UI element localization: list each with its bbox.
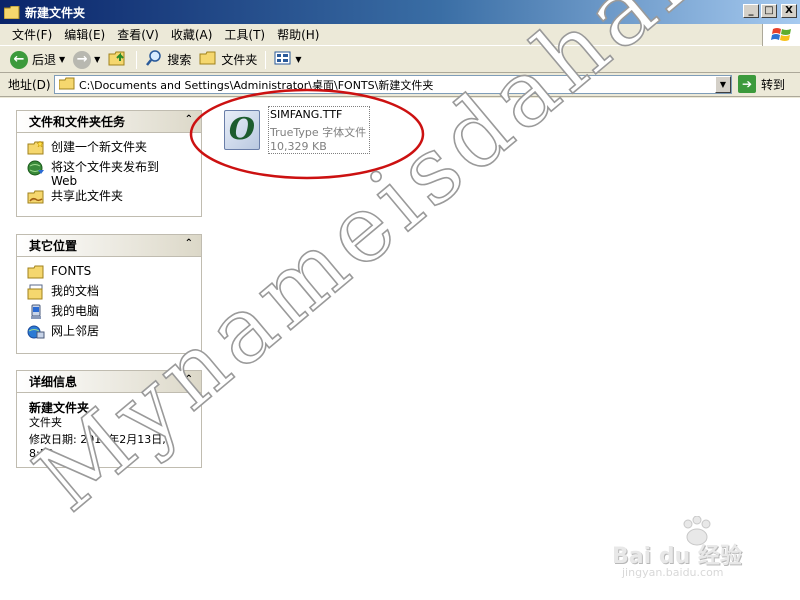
views-icon: [274, 50, 292, 69]
place-label: 我的文档: [51, 284, 100, 298]
folder-up-icon: [108, 49, 128, 70]
title-bar[interactable]: 新建文件夹 _ □ X: [0, 0, 800, 24]
truetype-font-icon: O: [224, 110, 260, 150]
search-label: 搜索: [167, 53, 192, 67]
place-my-computer[interactable]: 我的电脑: [27, 303, 193, 323]
minimize-button[interactable]: _: [743, 4, 759, 18]
search-icon: [145, 49, 163, 70]
back-label: 后退: [32, 53, 57, 67]
menu-view[interactable]: 查看(V): [111, 26, 165, 43]
details-panel: 详细信息 ⌃ 新建文件夹 文件夹 修改日期: 2014年2月13日, 8:59: [16, 370, 202, 468]
file-type: TrueType 字体文件: [270, 126, 367, 139]
baidu-watermark: Bai du 经验 jingyan.baidu.com: [612, 514, 792, 594]
menu-favorites[interactable]: 收藏(A): [165, 26, 219, 43]
other-places-panel: 其它位置 ⌃ FONTS 我的文档 我的电脑 网上邻居: [16, 234, 202, 354]
detail-name: 新建文件夹: [29, 401, 90, 415]
other-places-header[interactable]: 其它位置 ⌃: [17, 235, 201, 257]
task-label: 将这个文件夹发布到 Web: [51, 160, 160, 188]
back-arrow-icon: ←: [10, 50, 28, 69]
other-places-title: 其它位置: [29, 239, 78, 253]
detail-modified: 修改日期: 2014年2月13日, 8:59: [29, 433, 166, 460]
go-arrow-icon: ➔: [738, 75, 756, 93]
address-bar: 地址(D) C:\Documents and Settings\Administ…: [0, 73, 800, 97]
place-network[interactable]: 网上邻居: [27, 323, 193, 343]
network-icon: [27, 324, 45, 340]
task-pane: 文件和文件夹任务 ⌃ 创建一个新文件夹 将这个文件夹发布到 Web 共享此文件夹: [0, 98, 216, 600]
file-tasks-header[interactable]: 文件和文件夹任务 ⌃: [17, 111, 201, 133]
my-documents-icon: [27, 284, 45, 300]
address-path: C:\Documents and Settings\Administrator\…: [79, 78, 434, 92]
place-label: 我的电脑: [51, 304, 100, 318]
address-label: 地址(D): [8, 78, 51, 92]
share-folder-icon: [27, 189, 45, 205]
details-title: 详细信息: [29, 375, 78, 389]
file-size: 10,329 KB: [270, 140, 327, 153]
file-name: SIMFANG.TTF: [270, 108, 343, 121]
go-label: 转到: [761, 77, 786, 92]
close-button[interactable]: X: [781, 4, 797, 18]
folder-icon: [58, 77, 75, 93]
chevron-down-icon[interactable]: ▼: [94, 55, 100, 64]
task-label: 创建一个新文件夹: [51, 140, 148, 154]
back-button[interactable]: ← 后退 ▼: [6, 49, 69, 71]
chevron-down-icon[interactable]: ▼: [59, 55, 65, 64]
forward-button[interactable]: → ▼: [69, 49, 104, 71]
globe-icon: [27, 160, 45, 176]
details-header[interactable]: 详细信息 ⌃: [17, 371, 201, 393]
file-tasks-title: 文件和文件夹任务: [29, 115, 126, 129]
computer-icon: [27, 304, 45, 320]
explorer-window: 新建文件夹 _ □ X 文件(F) 编辑(E) 查看(V) 收藏(A) 工具(T…: [0, 0, 800, 600]
search-button[interactable]: 搜索: [141, 49, 195, 71]
go-button[interactable]: ➔ 转到: [738, 75, 785, 93]
place-label: 网上邻居: [51, 324, 100, 338]
windows-logo-icon: [762, 24, 800, 46]
task-share-folder[interactable]: 共享此文件夹: [27, 188, 193, 208]
new-folder-icon: [27, 140, 45, 156]
address-input[interactable]: C:\Documents and Settings\Administrator\…: [54, 75, 732, 94]
file-tasks-panel: 文件和文件夹任务 ⌃ 创建一个新文件夹 将这个文件夹发布到 Web 共享此文件夹: [16, 110, 202, 217]
task-publish-web[interactable]: 将这个文件夹发布到 Web: [27, 159, 193, 188]
collapse-icon[interactable]: ⌃: [185, 114, 193, 125]
folders-label: 文件夹: [221, 53, 258, 67]
folders-button[interactable]: 文件夹: [195, 49, 261, 71]
chevron-down-icon[interactable]: ▼: [295, 55, 301, 64]
folder-icon: [27, 264, 45, 280]
collapse-icon[interactable]: ⌃: [185, 238, 193, 249]
place-label: FONTS: [51, 264, 92, 278]
menu-tools[interactable]: 工具(T): [218, 26, 271, 43]
up-button[interactable]: [104, 49, 132, 71]
menu-bar: 文件(F) 编辑(E) 查看(V) 收藏(A) 工具(T) 帮助(H): [0, 24, 800, 46]
folder-icon: [199, 50, 217, 69]
menu-file[interactable]: 文件(F): [6, 26, 58, 43]
baidu-url: jingyan.baidu.com: [622, 566, 724, 579]
toolbar-separator: [136, 50, 138, 69]
menu-edit[interactable]: 编辑(E): [58, 26, 111, 43]
views-button[interactable]: ▼: [270, 49, 305, 71]
folder-icon: [3, 5, 20, 19]
window-title: 新建文件夹: [25, 5, 86, 20]
menu-help[interactable]: 帮助(H): [271, 26, 325, 43]
place-my-documents[interactable]: 我的文档: [27, 283, 193, 303]
task-new-folder[interactable]: 创建一个新文件夹: [27, 139, 193, 159]
maximize-button[interactable]: □: [761, 4, 777, 18]
toolbar-separator: [265, 50, 267, 69]
file-item[interactable]: O SIMFANG.TTF TrueType 字体文件 10,329 KB: [222, 106, 382, 156]
chevron-down-icon[interactable]: ▼: [715, 76, 731, 93]
forward-arrow-icon: →: [73, 50, 92, 69]
task-label: 共享此文件夹: [51, 189, 124, 203]
detail-type: 文件夹: [29, 416, 62, 429]
place-fonts[interactable]: FONTS: [27, 263, 193, 283]
toolbar: ← 后退 ▼ → ▼ 搜索 文件夹 ▼: [0, 47, 800, 73]
collapse-icon[interactable]: ⌃: [185, 374, 193, 385]
